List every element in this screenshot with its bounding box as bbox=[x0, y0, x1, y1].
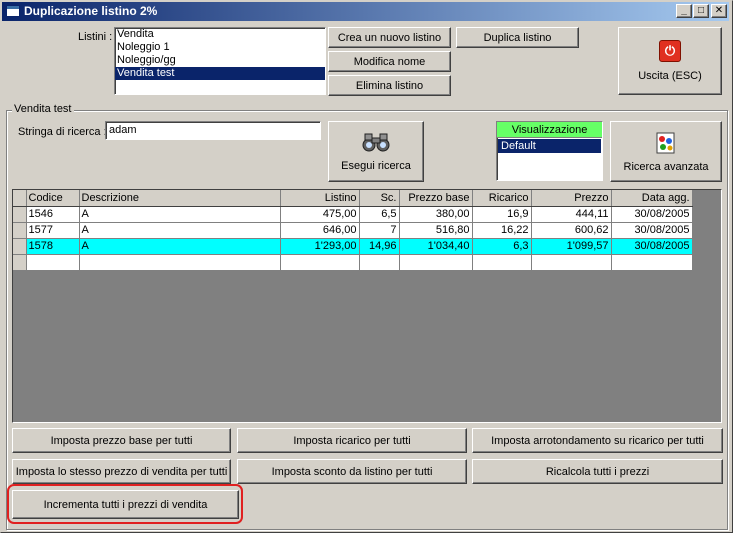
group-title: Vendita test bbox=[12, 103, 74, 115]
grid-column-header[interactable]: Listino bbox=[280, 190, 360, 207]
grid-column-header[interactable]: Codice bbox=[26, 190, 80, 207]
visualizzazione-list[interactable]: Visualizzazione Default bbox=[496, 121, 603, 181]
uscita-label: Uscita (ESC) bbox=[638, 70, 702, 82]
visualizzazione-item[interactable]: Default bbox=[498, 139, 601, 153]
cell-data[interactable]: 30/08/2005 bbox=[611, 238, 693, 255]
cell-sc[interactable]: 14,96 bbox=[359, 238, 400, 255]
imposta-arrotondamento-button[interactable]: Imposta arrotondamento su ricarico per t… bbox=[472, 428, 723, 453]
cell-prezzo[interactable]: 444,11 bbox=[531, 206, 612, 223]
cell-prezzo-base[interactable]: 1'034,40 bbox=[399, 238, 473, 255]
cell-descrizione[interactable]: A bbox=[79, 206, 281, 223]
prices-grid: Codice Descrizione Listino Sc. Prezzo base Ri… bbox=[12, 189, 722, 423]
esegui-ricerca-button[interactable]: Esegui ricerca bbox=[328, 121, 424, 182]
listino-item[interactable]: Vendita bbox=[115, 28, 325, 41]
table-row[interactable]: 1577 A 646,00 7 516,80 16,22 600,62 30/08/2005 bbox=[13, 222, 693, 239]
grid-column-header[interactable]: Data agg. bbox=[611, 190, 693, 207]
empty-cell[interactable] bbox=[531, 254, 612, 271]
ricerca-avanzata-label: Ricerca avanzata bbox=[623, 161, 709, 173]
imposta-prezzo-base-button[interactable]: Imposta prezzo base per tutti bbox=[12, 428, 231, 453]
row-indicator[interactable] bbox=[13, 222, 27, 239]
imposta-stesso-prezzo-button[interactable]: Imposta lo stesso prezzo di vendita per … bbox=[12, 459, 231, 484]
close-button[interactable]: ✕ bbox=[711, 4, 727, 18]
grid-header-indicator bbox=[13, 190, 27, 207]
window-title: Duplicazione listino 2% bbox=[24, 4, 158, 18]
cell-codice[interactable]: 1578 bbox=[26, 238, 80, 255]
grid-column-header[interactable]: Ricarico bbox=[472, 190, 532, 207]
grid-column-header[interactable]: Descrizione bbox=[79, 190, 281, 207]
minimize-button[interactable]: _ bbox=[676, 4, 692, 18]
duplica-listino-button[interactable]: Duplica listino bbox=[456, 27, 579, 48]
cell-data[interactable]: 30/08/2005 bbox=[611, 222, 693, 239]
cell-prezzo[interactable]: 600,62 bbox=[531, 222, 612, 239]
row-indicator[interactable] bbox=[13, 254, 27, 271]
cell-codice[interactable]: 1546 bbox=[26, 206, 80, 223]
empty-cell[interactable] bbox=[26, 254, 80, 271]
cell-data[interactable]: 30/08/2005 bbox=[611, 206, 693, 223]
cell-listino[interactable]: 475,00 bbox=[280, 206, 360, 223]
cell-ricarico[interactable]: 6,3 bbox=[472, 238, 532, 255]
cell-ricarico[interactable]: 16,22 bbox=[472, 222, 532, 239]
cell-descrizione[interactable]: A bbox=[79, 238, 281, 255]
cell-ricarico[interactable]: 16,9 bbox=[472, 206, 532, 223]
listino-item[interactable]: Noleggio 1 bbox=[115, 41, 325, 54]
imposta-ricarico-button[interactable]: Imposta ricarico per tutti bbox=[237, 428, 467, 453]
empty-cell[interactable] bbox=[399, 254, 473, 271]
cell-prezzo[interactable]: 1'099,57 bbox=[531, 238, 612, 255]
cell-codice[interactable]: 1577 bbox=[26, 222, 80, 239]
cell-listino[interactable]: 1'293,00 bbox=[280, 238, 360, 255]
empty-cell[interactable] bbox=[79, 254, 281, 271]
listino-item[interactable]: Noleggio/gg bbox=[115, 54, 325, 67]
esegui-label: Esegui ricerca bbox=[341, 159, 411, 172]
visualizzazione-header: Visualizzazione bbox=[497, 122, 602, 138]
new-row[interactable] bbox=[13, 254, 693, 271]
search-label: Stringa di ricerca : bbox=[18, 126, 107, 138]
empty-cell[interactable] bbox=[611, 254, 693, 271]
grid-column-header[interactable]: Prezzo base bbox=[399, 190, 473, 207]
annotation-highlight bbox=[7, 484, 243, 524]
empty-cell[interactable] bbox=[359, 254, 400, 271]
maximize-button[interactable]: □ bbox=[693, 4, 709, 18]
grid-column-header[interactable]: Prezzo bbox=[531, 190, 612, 207]
row-indicator[interactable] bbox=[13, 206, 27, 223]
crea-listino-button[interactable]: Crea un nuovo listino bbox=[328, 27, 451, 48]
ricerca-avanzata-button[interactable]: Ricerca avanzata bbox=[610, 121, 722, 182]
modifica-nome-button[interactable]: Modifica nome bbox=[328, 51, 451, 72]
binoculars-icon bbox=[362, 133, 390, 151]
search-input[interactable]: adam bbox=[105, 121, 321, 140]
title-bar[interactable]: Duplicazione listino 2% _ □ ✕ bbox=[2, 2, 729, 21]
elimina-listino-button[interactable]: Elimina listino bbox=[328, 75, 451, 96]
cell-prezzo-base[interactable]: 516,80 bbox=[399, 222, 473, 239]
row-indicator[interactable] bbox=[13, 238, 27, 255]
ricalcola-button[interactable]: Ricalcola tutti i prezzi bbox=[472, 459, 723, 484]
grid-column-header[interactable]: Sc. bbox=[359, 190, 400, 207]
power-icon: ⏻ bbox=[659, 40, 681, 62]
imposta-sconto-button[interactable]: Imposta sconto da listino per tutti bbox=[237, 459, 467, 484]
cell-sc[interactable]: 6,5 bbox=[359, 206, 400, 223]
cell-prezzo-base[interactable]: 380,00 bbox=[399, 206, 473, 223]
listini-label: Listini : bbox=[78, 31, 113, 43]
cell-descrizione[interactable]: A bbox=[79, 222, 281, 239]
listino-item[interactable]: Vendita test bbox=[115, 67, 325, 80]
empty-cell[interactable] bbox=[472, 254, 532, 271]
cell-listino[interactable]: 646,00 bbox=[280, 222, 360, 239]
search-value: adam bbox=[109, 124, 137, 136]
grid-header-row: Codice Descrizione Listino Sc. Prezzo base Ri… bbox=[13, 190, 693, 207]
listini-listbox[interactable]: Vendita Noleggio 1 Noleggio/gg Vendita test bbox=[114, 27, 326, 95]
empty-cell[interactable] bbox=[280, 254, 360, 271]
table-row[interactable]: 1546 A 475,00 6,5 380,00 16,9 444,11 30/08/2005 bbox=[13, 206, 693, 223]
uscita-button[interactable]: ⏻ Uscita (ESC) bbox=[618, 27, 722, 95]
table-row[interactable]: 1578 A 1'293,00 14,96 1'034,40 6,3 1'099,57 30/… bbox=[13, 238, 693, 255]
advanced-search-icon bbox=[656, 132, 675, 154]
cell-sc[interactable]: 7 bbox=[359, 222, 400, 239]
window-icon bbox=[6, 5, 20, 17]
